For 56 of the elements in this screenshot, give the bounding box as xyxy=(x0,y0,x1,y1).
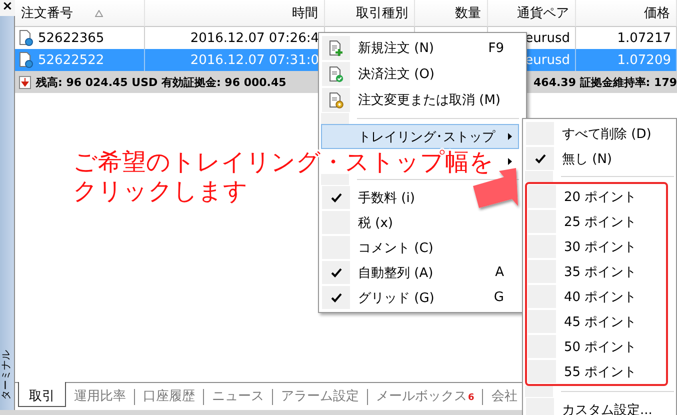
column-header[interactable]: 通貨ペア xyxy=(488,0,576,27)
menu-item[interactable]: 注文変更または取消 (M) xyxy=(321,87,519,113)
tab[interactable]: 取引 xyxy=(18,382,66,407)
margin-summary: 464.39 証拠金維持率: 179 xyxy=(534,74,677,90)
column-header[interactable]: 時間 xyxy=(145,0,325,27)
table-cell: 1.07209 xyxy=(617,52,671,68)
column-header[interactable]: 数量 xyxy=(415,0,488,27)
table-cell: 52622365 xyxy=(38,30,104,46)
table-cell: eurusd xyxy=(525,30,570,46)
menu-item[interactable]: 45 ポイント xyxy=(527,309,666,334)
menu-item[interactable]: 55 ポイント xyxy=(527,359,666,384)
table-cell: eurusd xyxy=(525,52,570,68)
column-header[interactable]: 価格 xyxy=(576,0,677,27)
check-icon xyxy=(534,154,546,164)
tab[interactable]: アラーム設定 xyxy=(273,383,367,405)
down-arrow-icon xyxy=(19,76,31,88)
menu-item[interactable]: 40 ポイント xyxy=(527,284,666,309)
menu-item[interactable]: 30 ポイント xyxy=(527,234,666,259)
check-icon xyxy=(330,292,342,302)
table-cell: 2016.12.07 07:31:0 xyxy=(190,52,319,68)
menu-item[interactable]: 税 (x) xyxy=(321,210,519,235)
menu-item[interactable]: すべて削除 (D) xyxy=(525,121,674,146)
column-header[interactable]: 取引種別 xyxy=(325,0,415,27)
check-icon xyxy=(330,192,342,202)
menu-item[interactable]: 手数料 (i) xyxy=(321,185,519,210)
tab[interactable]: メールボックス 6 xyxy=(368,383,482,405)
tab[interactable]: ニュース xyxy=(204,383,272,405)
column-header[interactable]: 注文番号 xyxy=(15,0,145,27)
table-cell: 1.07217 xyxy=(617,30,671,46)
check-icon xyxy=(330,268,342,278)
balance-summary: 残高: 96 024.45 USD 有効証拠金: 96 000.45 xyxy=(36,74,286,90)
tab[interactable]: 運用比率 xyxy=(66,383,134,405)
menu-item[interactable]: 35 ポイント xyxy=(527,259,666,284)
menu-item[interactable]: 無し (N) xyxy=(525,146,674,171)
submenu-arrow-icon xyxy=(508,133,512,140)
order-icon xyxy=(19,30,33,46)
check-document-icon xyxy=(328,66,344,82)
submenu-arrow-icon[interactable] xyxy=(508,158,512,165)
menu-item[interactable]: グリッド (G) G xyxy=(321,285,519,310)
table-cell: 52622522 xyxy=(38,52,104,68)
order-icon xyxy=(19,52,33,68)
close-button[interactable]: × xyxy=(0,0,15,16)
tab[interactable]: 口座履歴 xyxy=(135,383,203,405)
gear-document-icon xyxy=(328,92,344,108)
table-cell: 2016.12.07 07:26:4 xyxy=(190,30,319,46)
menu-item[interactable]: トレイリング･ストップ xyxy=(321,124,519,149)
new-order-icon xyxy=(328,40,344,56)
menu-item[interactable]: 50 ポイント xyxy=(527,334,666,359)
annotation-text: ご希望のトレイリング・ストップ幅を xyxy=(73,148,494,177)
panel-label: ターミナル xyxy=(0,349,13,400)
menu-item[interactable]: コメント (C) xyxy=(321,235,519,260)
tab[interactable]: 会社 xyxy=(483,383,526,405)
menu-item[interactable]: 20 ポイント xyxy=(527,184,666,209)
menu-item[interactable]: 自動整列 (A) A xyxy=(321,260,519,285)
annotation-text: クリックします xyxy=(73,177,248,206)
menu-item[interactable]: 25 ポイント xyxy=(527,209,666,234)
